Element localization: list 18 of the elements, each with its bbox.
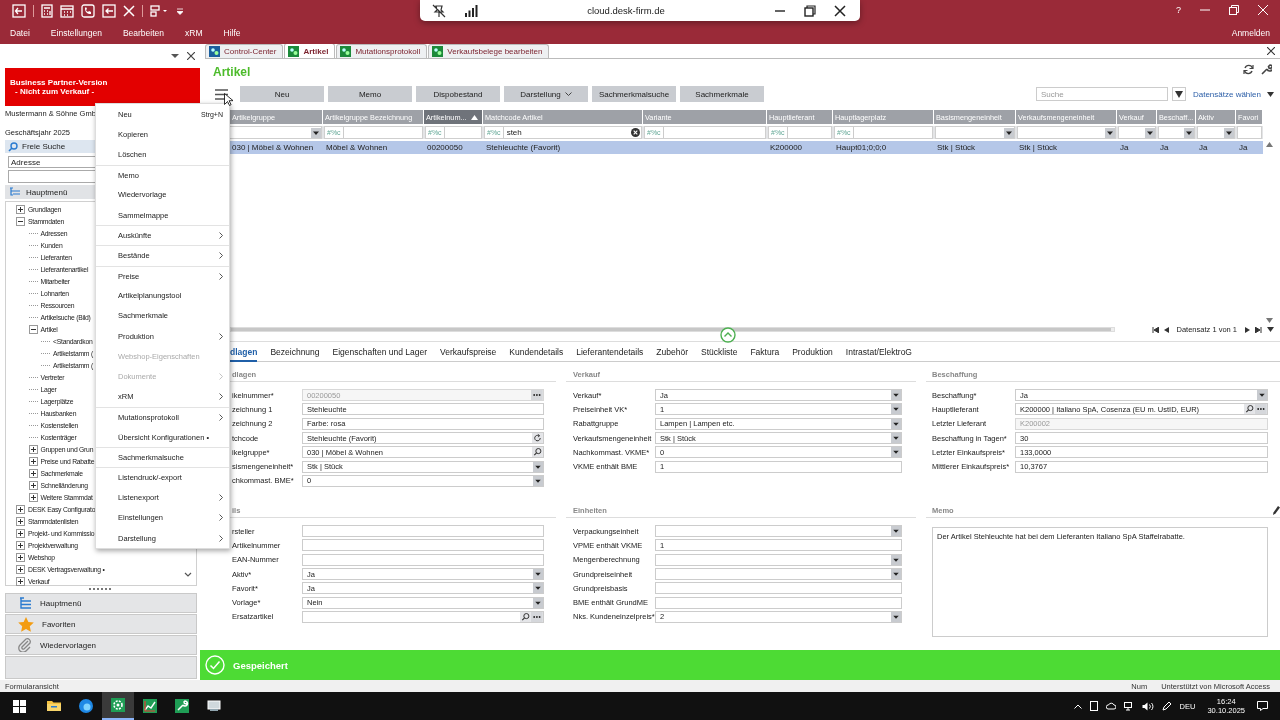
table-cell-text: Haupt01;0;0;0	[835, 142, 888, 154]
banner-text: Business Partner-Version	[10, 78, 108, 87]
banner-text: - Nicht zum Verkauf -	[15, 87, 95, 96]
status-message: Gespeichert	[233, 659, 288, 671]
page-title: Artikel	[213, 64, 251, 79]
table-cell-text: Ja	[1238, 142, 1249, 154]
table-cell-text: Ja	[1119, 142, 1130, 154]
table-cell-text: Stk | Stück	[936, 142, 977, 154]
table-cell-text: Stehleuchte (Favorit)	[485, 142, 562, 154]
table-cell-text: Ja	[1198, 142, 1209, 154]
remote-host-name: cloud.desk-firm.de	[586, 5, 666, 16]
filter-value: steh	[506, 128, 523, 137]
table-cell-text: Stk | Stück	[1018, 142, 1059, 154]
table-cell-text: K200000	[769, 142, 804, 154]
table-cell-text: Möbel & Wohnen	[325, 142, 389, 154]
table-cell-text: 030 | Möbel & Wohnen	[231, 142, 315, 154]
table-cell-text: Ja	[1159, 142, 1170, 154]
table-cell-text: 00200050	[426, 142, 464, 154]
